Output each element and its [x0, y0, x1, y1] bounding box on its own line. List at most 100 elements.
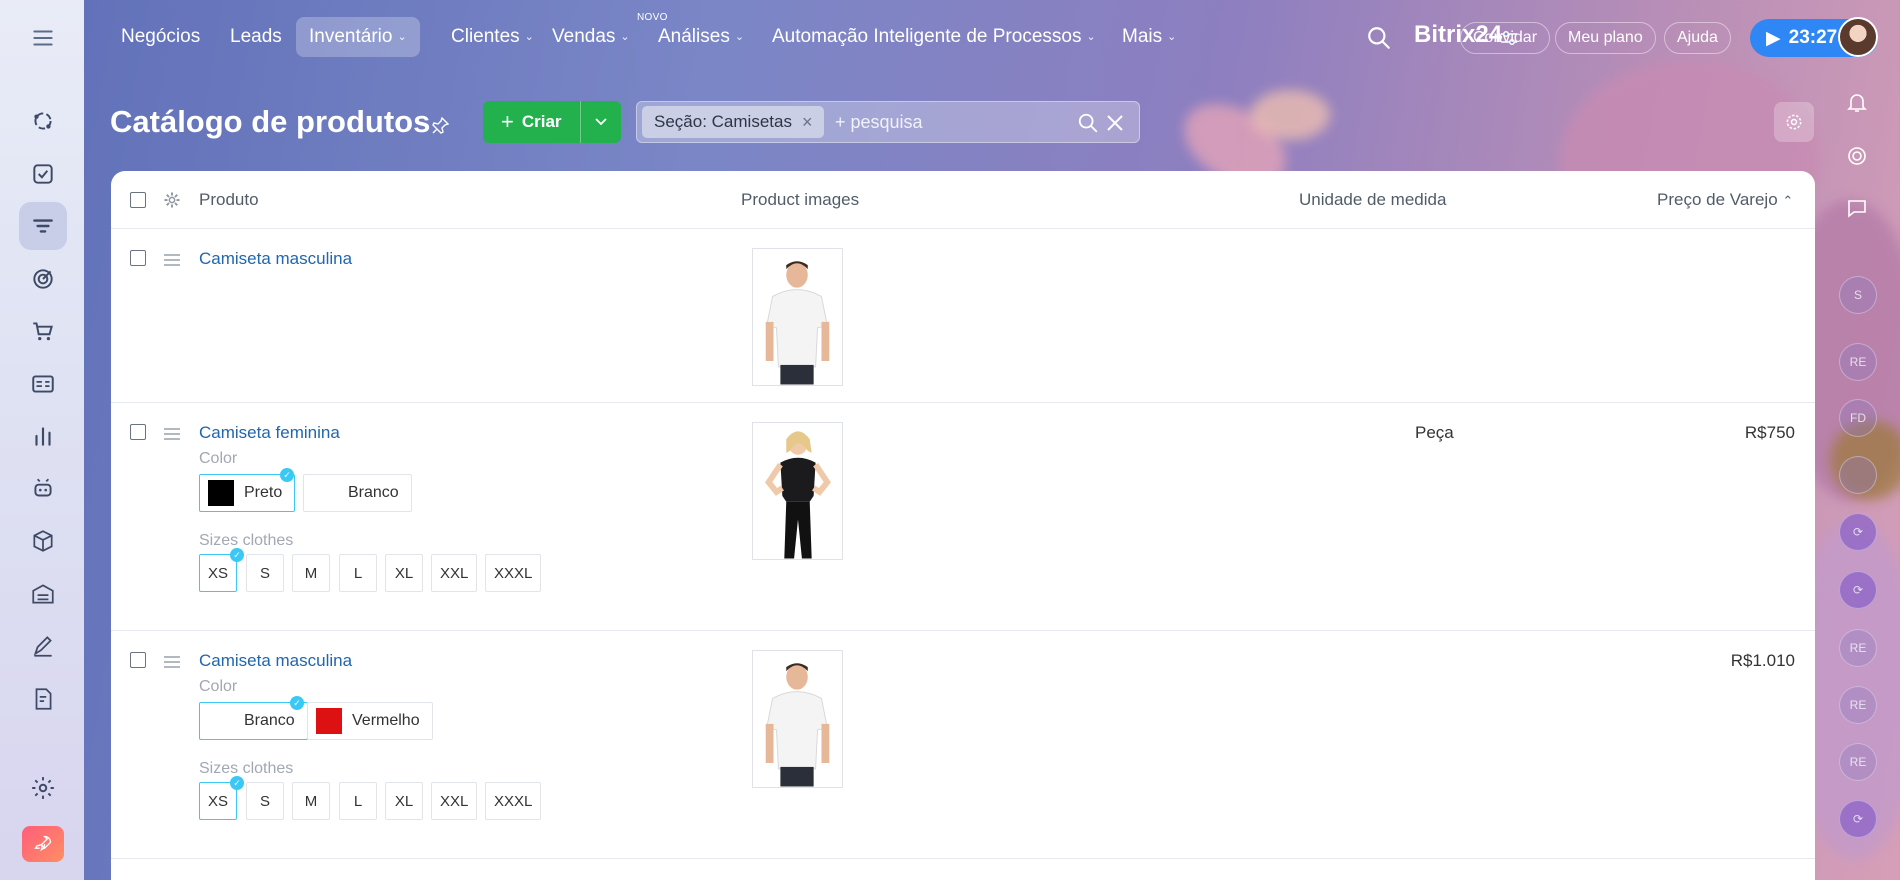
chat-avatar[interactable]: RE: [1839, 743, 1877, 781]
row-checkbox[interactable]: [130, 424, 146, 440]
chat-avatar[interactable]: FD: [1839, 399, 1877, 437]
nav-vendas[interactable]: Vendas ⌄: [539, 17, 643, 57]
color-option-vermelho[interactable]: Vermelho: [307, 702, 433, 740]
selected-check-icon: ✓: [280, 468, 294, 482]
chat-avatar[interactable]: S: [1839, 276, 1877, 314]
search-placeholder[interactable]: + pesquisa: [835, 112, 923, 133]
size-option-l[interactable]: L: [339, 782, 377, 820]
column-images[interactable]: Product images: [741, 190, 859, 210]
column-product[interactable]: Produto: [199, 190, 259, 210]
chevron-down-icon: [595, 118, 607, 126]
target-icon[interactable]: [19, 255, 67, 303]
chat-icon[interactable]: [1839, 190, 1875, 226]
chat-avatar[interactable]: [1839, 456, 1877, 494]
color-swatch: [316, 708, 342, 734]
help-button[interactable]: Ajuda: [1664, 22, 1731, 54]
man-white-tshirt-image: [753, 651, 842, 787]
user-avatar[interactable]: [1838, 17, 1878, 57]
column-price[interactable]: Preço de Varejo ⌃: [1657, 190, 1793, 210]
table-row[interactable]: Camiseta feminina Color Preto ✓ Branco S…: [111, 403, 1815, 631]
gear-icon: [1786, 114, 1802, 130]
product-image[interactable]: [752, 422, 843, 560]
sync-icon[interactable]: ⟳: [1839, 800, 1877, 838]
size-option-m[interactable]: M: [292, 554, 330, 592]
size-option-xl[interactable]: XL: [385, 554, 423, 592]
selected-check-icon: ✓: [230, 776, 244, 790]
settings-icon[interactable]: [19, 764, 67, 812]
product-name-link[interactable]: Camiseta feminina: [199, 423, 340, 443]
size-option-l[interactable]: L: [339, 554, 377, 592]
search-icon[interactable]: [1077, 112, 1099, 134]
select-all-checkbox[interactable]: [130, 192, 146, 208]
nav-clientes[interactable]: Clientes ⌄: [438, 17, 547, 57]
chevron-down-icon: ⌄: [734, 31, 745, 43]
crm-icon[interactable]: [19, 97, 67, 145]
bell-icon[interactable]: [1839, 84, 1875, 120]
rocket-icon[interactable]: [22, 826, 64, 862]
product-grid: Produto Product images Unidade de medida…: [111, 171, 1815, 880]
cart-icon[interactable]: [19, 307, 67, 355]
size-option-s[interactable]: S: [246, 782, 284, 820]
color-swatch: [208, 480, 234, 506]
drag-handle-icon[interactable]: [164, 253, 180, 267]
chat-avatar[interactable]: RE: [1839, 629, 1877, 667]
nav-inventario[interactable]: Inventário ⌄: [296, 17, 420, 57]
document-edit-icon[interactable]: [19, 675, 67, 723]
product-image[interactable]: [752, 248, 843, 386]
row-checkbox[interactable]: [130, 250, 146, 266]
create-main[interactable]: + Criar: [483, 109, 580, 135]
pin-icon[interactable]: [430, 116, 450, 136]
column-unit[interactable]: Unidade de medida: [1299, 190, 1446, 210]
product-name-link[interactable]: Camiseta masculina: [199, 651, 352, 671]
table-row[interactable]: [111, 859, 1815, 880]
size-option-xxl[interactable]: XXL: [431, 782, 478, 820]
filter-search-bar[interactable]: Seção: Camisetas × + pesquisa: [636, 101, 1140, 143]
table-row[interactable]: Camiseta masculina Color Branco ✓ Vermel…: [111, 631, 1815, 859]
nav-analises[interactable]: Análises ⌄: [645, 17, 757, 57]
inventory-icon[interactable]: [19, 202, 67, 250]
create-dropdown[interactable]: [581, 118, 621, 126]
create-button[interactable]: + Criar: [483, 101, 621, 143]
close-icon[interactable]: ×: [802, 106, 813, 138]
size-option-m[interactable]: M: [292, 782, 330, 820]
left-sidebar: [0, 0, 84, 880]
tasks-icon[interactable]: [19, 150, 67, 198]
product-name-link[interactable]: Camiseta masculina: [199, 249, 352, 269]
search-icon[interactable]: [1366, 25, 1392, 51]
contact-card-icon[interactable]: [19, 360, 67, 408]
drag-handle-icon[interactable]: [164, 655, 180, 669]
row-checkbox[interactable]: [130, 652, 146, 668]
warehouse-icon[interactable]: [19, 570, 67, 618]
color-option-branco[interactable]: Branco: [303, 474, 412, 512]
nav-mais[interactable]: Mais ⌄: [1109, 17, 1189, 57]
analytics-icon[interactable]: [19, 412, 67, 460]
size-option-xxxl[interactable]: XXXL: [485, 554, 542, 592]
sync-icon[interactable]: ⟳: [1839, 513, 1877, 551]
sync-icon[interactable]: ⟳: [1839, 571, 1877, 609]
invite-button[interactable]: Convidar: [1460, 22, 1551, 54]
chat-avatar[interactable]: RE: [1839, 343, 1877, 381]
size-option-xxl[interactable]: XXL: [431, 554, 478, 592]
table-row[interactable]: Camiseta masculina: [111, 229, 1815, 403]
robot-icon[interactable]: [19, 465, 67, 513]
size-option-xxxl[interactable]: XXXL: [485, 782, 542, 820]
drag-handle-icon[interactable]: [164, 427, 180, 441]
clear-icon[interactable]: [1105, 112, 1125, 134]
filter-chip-section[interactable]: Seção: Camisetas ×: [642, 106, 825, 138]
chat-avatar[interactable]: RE: [1839, 686, 1877, 724]
hamburger-icon[interactable]: [19, 14, 67, 62]
price-cell: R$1.010: [1730, 651, 1795, 670]
size-option-xl[interactable]: XL: [385, 782, 423, 820]
my-plan-button[interactable]: Meu plano: [1555, 22, 1656, 54]
chevron-down-icon: ⌄: [524, 31, 534, 43]
nav-negocios[interactable]: Negócios: [108, 17, 213, 57]
page-settings-button[interactable]: [1774, 102, 1814, 142]
size-option-s[interactable]: S: [246, 554, 284, 592]
sign-icon[interactable]: [19, 622, 67, 670]
product-image[interactable]: [752, 650, 843, 788]
nav-leads[interactable]: Leads: [217, 17, 295, 57]
goal-icon[interactable]: [1839, 138, 1875, 174]
nav-automacao[interactable]: Automação Inteligente de Processos ⌄: [759, 17, 1109, 57]
box-icon[interactable]: [19, 517, 67, 565]
gear-icon[interactable]: [163, 191, 181, 209]
